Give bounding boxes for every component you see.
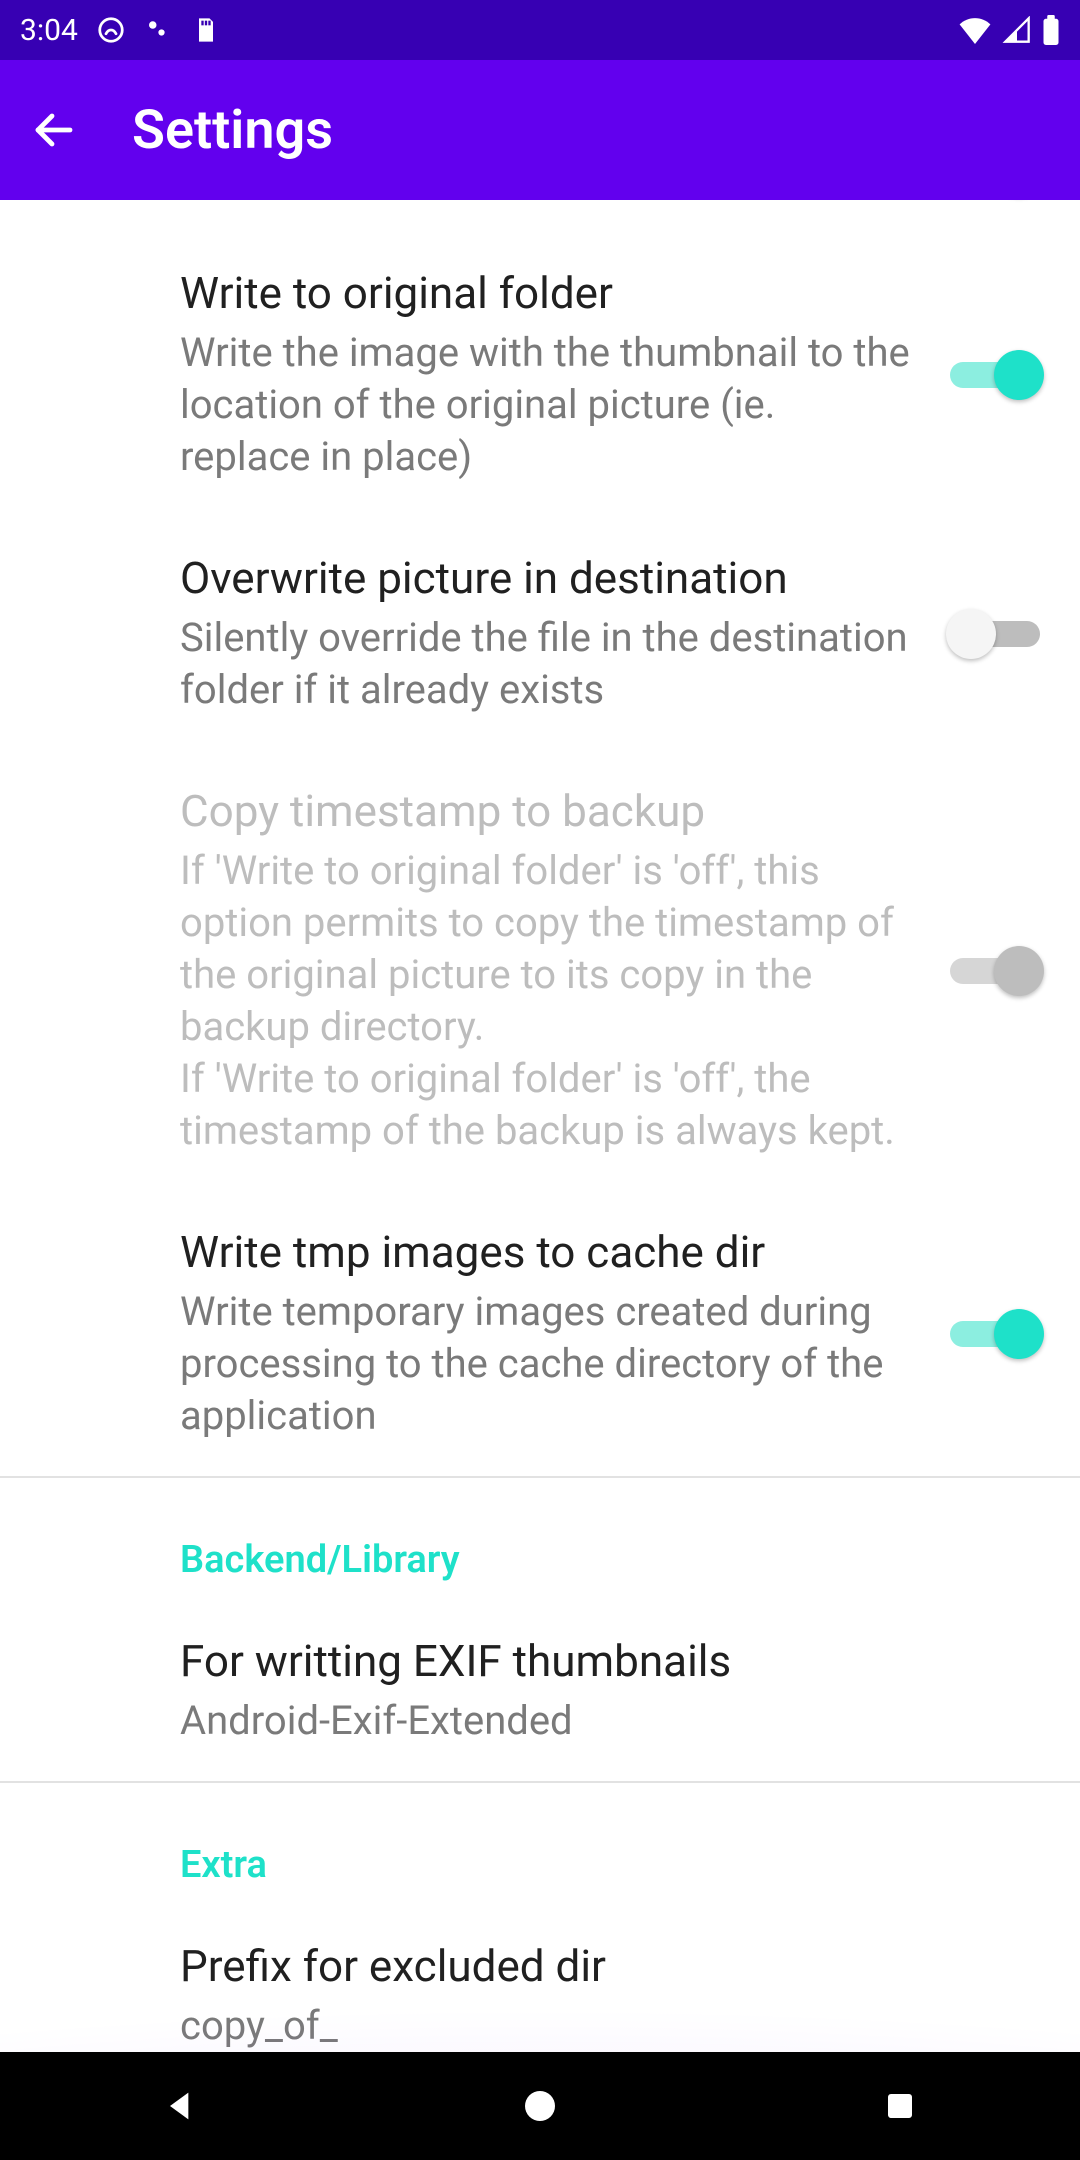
pref-summary: Write temporary images created during pr… — [180, 1286, 910, 1442]
triangle-back-icon — [160, 2086, 200, 2126]
status-right — [958, 15, 1060, 45]
circle-home-icon — [520, 2086, 560, 2126]
back-button[interactable] — [24, 100, 84, 160]
status-left: 3:04 — [20, 13, 220, 48]
pref-title: Prefix for excluded dir — [180, 1939, 1000, 1994]
pref-exif-library[interactable]: For writting EXIF thumbnails Android-Exi… — [0, 1600, 1080, 1781]
pref-title: Write tmp images to cache dir — [180, 1225, 910, 1280]
pref-title: Copy timestamp to backup — [180, 784, 910, 839]
pref-summary: Write the image with the thumbnail to th… — [180, 327, 910, 483]
pref-excluded-dir-prefix[interactable]: Prefix for excluded dir copy_of_ — [0, 1905, 1080, 2052]
arrow-left-icon — [30, 106, 78, 154]
system-nav-bar — [0, 2052, 1080, 2160]
sd-card-icon — [192, 15, 220, 45]
switch-tmp-cache[interactable] — [950, 1307, 1040, 1361]
settings-list[interactable]: the backup exists, it is never overwritt… — [0, 200, 1080, 2052]
square-recents-icon — [882, 2088, 918, 2124]
pref-write-original-folder[interactable]: Write to original folder Write the image… — [0, 232, 1080, 517]
pref-value: copy_of_ — [180, 2000, 1000, 2052]
pref-summary: Silently override the file in the destin… — [180, 612, 910, 716]
page-title: Settings — [132, 99, 333, 162]
section-backend-library: Backend/Library — [0, 1478, 1080, 1600]
cell-signal-icon — [1002, 16, 1032, 44]
pref-copy-timestamp-backup: Copy timestamp to backup If 'Write to or… — [0, 750, 1080, 1191]
pref-title: For writting EXIF thumbnails — [180, 1634, 1000, 1689]
nav-home-button[interactable] — [440, 2086, 640, 2126]
status-bar: 3:04 — [0, 0, 1080, 60]
pref-title: Write to original folder — [180, 266, 910, 321]
app-bar: Settings — [0, 60, 1080, 200]
pref-tmp-cache-dir[interactable]: Write tmp images to cache dir Write temp… — [0, 1191, 1080, 1476]
more-notifications-icon — [144, 15, 174, 45]
pref-title: Overwrite picture in destination — [180, 551, 910, 606]
nav-recents-button[interactable] — [800, 2088, 1000, 2124]
switch-write-original[interactable] — [950, 348, 1040, 402]
wifi-icon — [958, 16, 992, 44]
status-time: 3:04 — [20, 13, 78, 48]
nav-back-button[interactable] — [80, 2086, 280, 2126]
battery-icon — [1042, 15, 1060, 45]
pref-value: Android-Exif-Extended — [180, 1695, 1000, 1747]
switch-copy-timestamp — [950, 944, 1040, 998]
section-extra: Extra — [0, 1783, 1080, 1905]
pref-backup-partial[interactable]: the backup exists, it is never overwritt… — [0, 200, 1080, 232]
pref-summary: If 'Write to original folder' is 'off', … — [180, 845, 910, 1157]
switch-overwrite-destination[interactable] — [950, 607, 1040, 661]
pref-overwrite-destination[interactable]: Overwrite picture in destination Silentl… — [0, 517, 1080, 750]
do-not-disturb-icon — [96, 15, 126, 45]
